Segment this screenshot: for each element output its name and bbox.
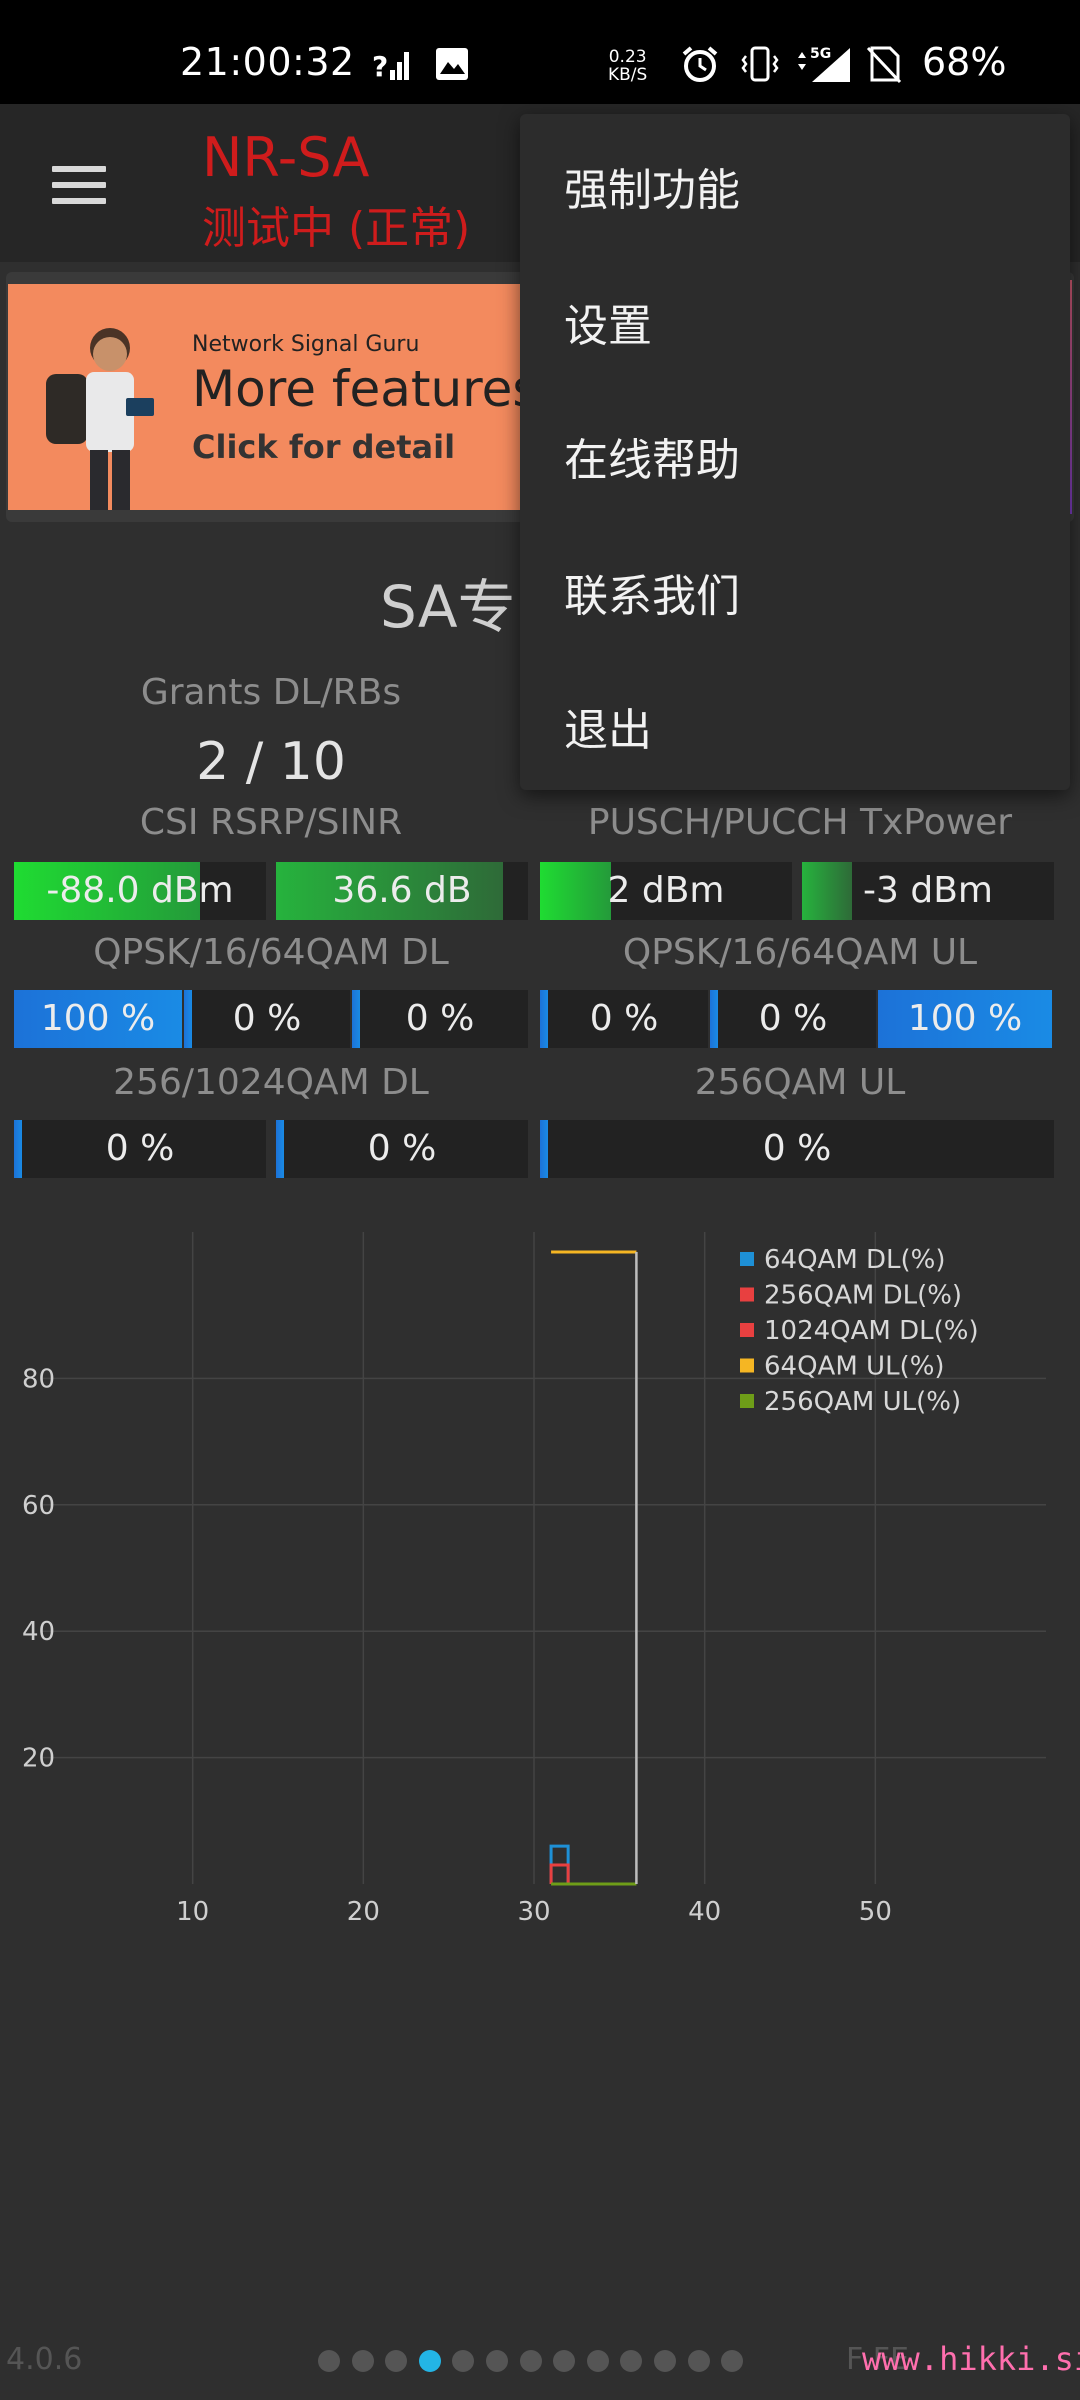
series-line xyxy=(549,1863,570,1884)
dl-1024qam-value: 0 % xyxy=(367,1128,437,1169)
legend-swatch xyxy=(740,1394,754,1408)
svg-text:?: ? xyxy=(372,50,388,83)
dl-1024qam-bar: 0 % xyxy=(276,1120,528,1178)
y-tick-label: 80 xyxy=(22,1364,55,1394)
dl-64qam-value: 0 % xyxy=(405,998,475,1039)
qam-ul-label: QPSK/16/64QAM UL xyxy=(622,932,978,973)
csi-sinr-value: 36.6 dB xyxy=(332,870,472,911)
ul-256qam-bar: 0 % xyxy=(540,1120,1054,1178)
ul-16qam-bar: 0 % xyxy=(710,990,876,1048)
dl-16qam-value: 0 % xyxy=(232,998,302,1039)
dl-qpsk-bar: 100 % xyxy=(14,990,182,1048)
page-dot xyxy=(654,2350,676,2372)
menu-hamburger-icon[interactable] xyxy=(52,166,106,204)
legend-label: 1024QAM DL(%) xyxy=(764,1316,979,1346)
ul-256qam-value: 0 % xyxy=(762,1128,832,1169)
dl-256qam-bar: 0 % xyxy=(14,1120,266,1178)
dl-64qam-bar: 0 % xyxy=(352,990,528,1048)
page-dot xyxy=(318,2350,340,2372)
csi-rsrp-value: -88.0 dBm xyxy=(46,870,234,911)
csi-rsrp-bar: -88.0 dBm xyxy=(14,862,266,920)
banner-brand: Network Signal Guru xyxy=(192,332,420,357)
ul-qpsk-value: 0 % xyxy=(589,998,659,1039)
legend-label: 256QAM DL(%) xyxy=(764,1281,962,1311)
page-dot xyxy=(553,2350,576,2372)
overflow-menu: 强制功能 设置 在线帮助 联系我们 退出 xyxy=(520,114,1070,790)
page-dot xyxy=(519,2350,542,2372)
page-dot xyxy=(486,2350,508,2372)
app-title: NR-SA xyxy=(202,126,370,189)
dl-qpsk-value: 100 % xyxy=(40,998,156,1039)
battery-percent: 68% xyxy=(922,40,1007,84)
dl-256qam-value: 0 % xyxy=(105,1128,175,1169)
y-tick-label: 40 xyxy=(22,1617,55,1647)
y-tick-label: 60 xyxy=(22,1491,55,1521)
menu-item-online-help[interactable]: 在线帮助 xyxy=(564,424,740,488)
menu-item-force-function[interactable]: 强制功能 xyxy=(564,154,740,218)
dl-16qam-bar: 0 % xyxy=(184,990,350,1048)
ul-qpsk-bar: 0 % xyxy=(540,990,708,1048)
pucch-power-value: -3 dBm xyxy=(863,870,993,911)
legend-swatch xyxy=(740,1323,754,1337)
pusch-label: PUSCH/PUCCH TxPower xyxy=(587,802,1013,843)
page-dot xyxy=(721,2350,744,2372)
legend-swatch xyxy=(740,1252,754,1266)
ul-64qam-bar: 100 % xyxy=(878,990,1052,1048)
grants-value: 2 / 10 xyxy=(196,732,346,792)
ul-64qam-value: 100 % xyxy=(907,998,1023,1039)
legend-swatch xyxy=(740,1358,754,1373)
5g-signal-icon: 5G xyxy=(798,46,850,82)
pusch-power-bar: 2 dBm xyxy=(540,862,792,920)
ul-16qam-value: 0 % xyxy=(758,998,828,1039)
vibrate-icon xyxy=(741,46,779,82)
x-tick-label: 40 xyxy=(688,1897,721,1927)
qam-history-chart: 10 20 30 40 50 20 40 60 80 64QAM DL(%) 256QAM DL(%… xyxy=(22,1232,1046,1927)
network-speed: 0.23 KB/S xyxy=(608,48,647,84)
speed-value: 0.23 xyxy=(608,47,647,67)
page-dot xyxy=(586,2350,609,2372)
banner-headline: More features f xyxy=(192,360,572,418)
page-dot xyxy=(418,2350,441,2372)
legend-label: 64QAM UL(%) xyxy=(764,1352,945,1382)
person-illustration xyxy=(46,328,154,510)
x-tick-label: 30 xyxy=(517,1897,550,1927)
qam256-ul-label: 256QAM UL xyxy=(694,1062,906,1103)
y-tick-label: 20 xyxy=(22,1744,55,1774)
pusch-power-value: 2 dBm xyxy=(607,870,725,911)
legend-label: 64QAM DL(%) xyxy=(764,1245,946,1275)
page-dot xyxy=(687,2350,710,2372)
status-bar: 21:00:32 ? 0.23 KB/S 5G 68% xyxy=(0,0,1080,104)
page-dot xyxy=(452,2350,475,2372)
csi-label: CSI RSRP/SINR xyxy=(139,802,403,843)
pucch-power-bar: -3 dBm xyxy=(802,862,1054,920)
qam-dl-label: QPSK/16/64QAM DL xyxy=(93,932,449,973)
watermark: www.hikki.site xyxy=(862,2340,1080,2378)
grants-label: Grants DL/RBs xyxy=(140,672,402,713)
alarm-icon xyxy=(682,46,718,82)
app-subtitle: 测试中 (正常) xyxy=(202,203,471,254)
menu-item-settings[interactable]: 设置 xyxy=(564,290,652,354)
section-title: SA专 xyxy=(380,573,516,641)
legend-label: 256QAM UL(%) xyxy=(764,1387,961,1417)
status-time: 21:00:32 xyxy=(180,40,355,84)
menu-item-contact-us[interactable]: 联系我们 xyxy=(564,560,740,624)
x-tick-label: 20 xyxy=(347,1897,380,1927)
image-icon xyxy=(436,48,468,80)
page-dot xyxy=(620,2350,643,2372)
page-dot xyxy=(385,2350,408,2372)
menu-item-exit[interactable]: 退出 xyxy=(564,694,652,758)
x-tick-label: 50 xyxy=(859,1897,892,1927)
signal-question-icon: ? xyxy=(372,50,409,83)
qam256-dl-label: 256/1024QAM DL xyxy=(113,1062,429,1103)
page-dot xyxy=(351,2350,374,2372)
csi-sinr-bar: 36.6 dB xyxy=(276,862,528,920)
x-tick-label: 10 xyxy=(176,1897,209,1927)
network-badge: 5G xyxy=(810,46,831,62)
no-sim-icon xyxy=(866,46,902,84)
legend-swatch xyxy=(740,1287,754,1302)
speed-unit: KB/S xyxy=(608,65,648,85)
banner-cta[interactable]: Click for detail xyxy=(192,428,455,466)
app-version: 4.0.6 xyxy=(6,2342,83,2377)
